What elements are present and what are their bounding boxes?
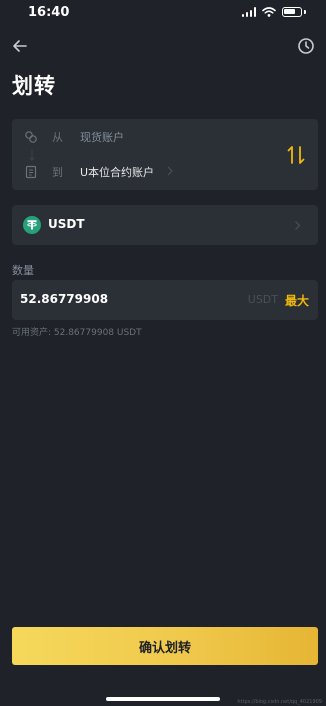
battery-tip — [304, 10, 306, 14]
page-title: 划转 — [12, 74, 56, 98]
coin-selector[interactable]: USDT — [12, 205, 318, 245]
available-balance: 可用资产: 52.86779908 USDT — [12, 328, 142, 338]
back-arrow-icon[interactable] — [10, 36, 30, 56]
watermark: https://blog.csdn.net/qq_4021909 — [237, 699, 322, 705]
swap-vertical-icon[interactable] — [286, 144, 306, 166]
history-clock-icon[interactable] — [296, 36, 316, 56]
amount-input[interactable]: 52.86779908 USDT 最大 — [12, 280, 318, 320]
max-button[interactable]: 最大 — [285, 292, 309, 309]
from-account: 现货账户 — [80, 131, 124, 144]
from-label: 从 — [52, 131, 63, 144]
status-time: 16:40 — [28, 5, 70, 20]
transfer-card: 从 现货账户 到 U本位合约账户 — [12, 119, 318, 190]
spot-account-icon — [25, 131, 37, 143]
arrow-down-icon — [29, 149, 35, 161]
chevron-right-icon — [167, 166, 173, 176]
amount-unit: USDT — [247, 293, 278, 306]
battery-icon — [282, 7, 302, 17]
to-label: 到 — [52, 166, 63, 179]
futures-account-icon — [25, 165, 37, 179]
amount-value[interactable]: 52.86779908 — [20, 292, 108, 306]
amount-label: 数量 — [12, 264, 34, 277]
status-icons — [241, 7, 306, 17]
tether-icon — [23, 216, 41, 234]
to-account: U本位合约账户 — [80, 166, 155, 179]
chevron-right-icon — [295, 221, 301, 230]
status-bar: 16:40 — [0, 0, 326, 26]
nav-bar — [0, 36, 326, 58]
coin-name: USDT — [48, 217, 85, 231]
wifi-icon — [262, 7, 276, 17]
cellular-signal-icon — [241, 7, 256, 17]
confirm-transfer-button[interactable]: 确认划转 — [12, 627, 318, 665]
home-indicator — [106, 697, 220, 701]
